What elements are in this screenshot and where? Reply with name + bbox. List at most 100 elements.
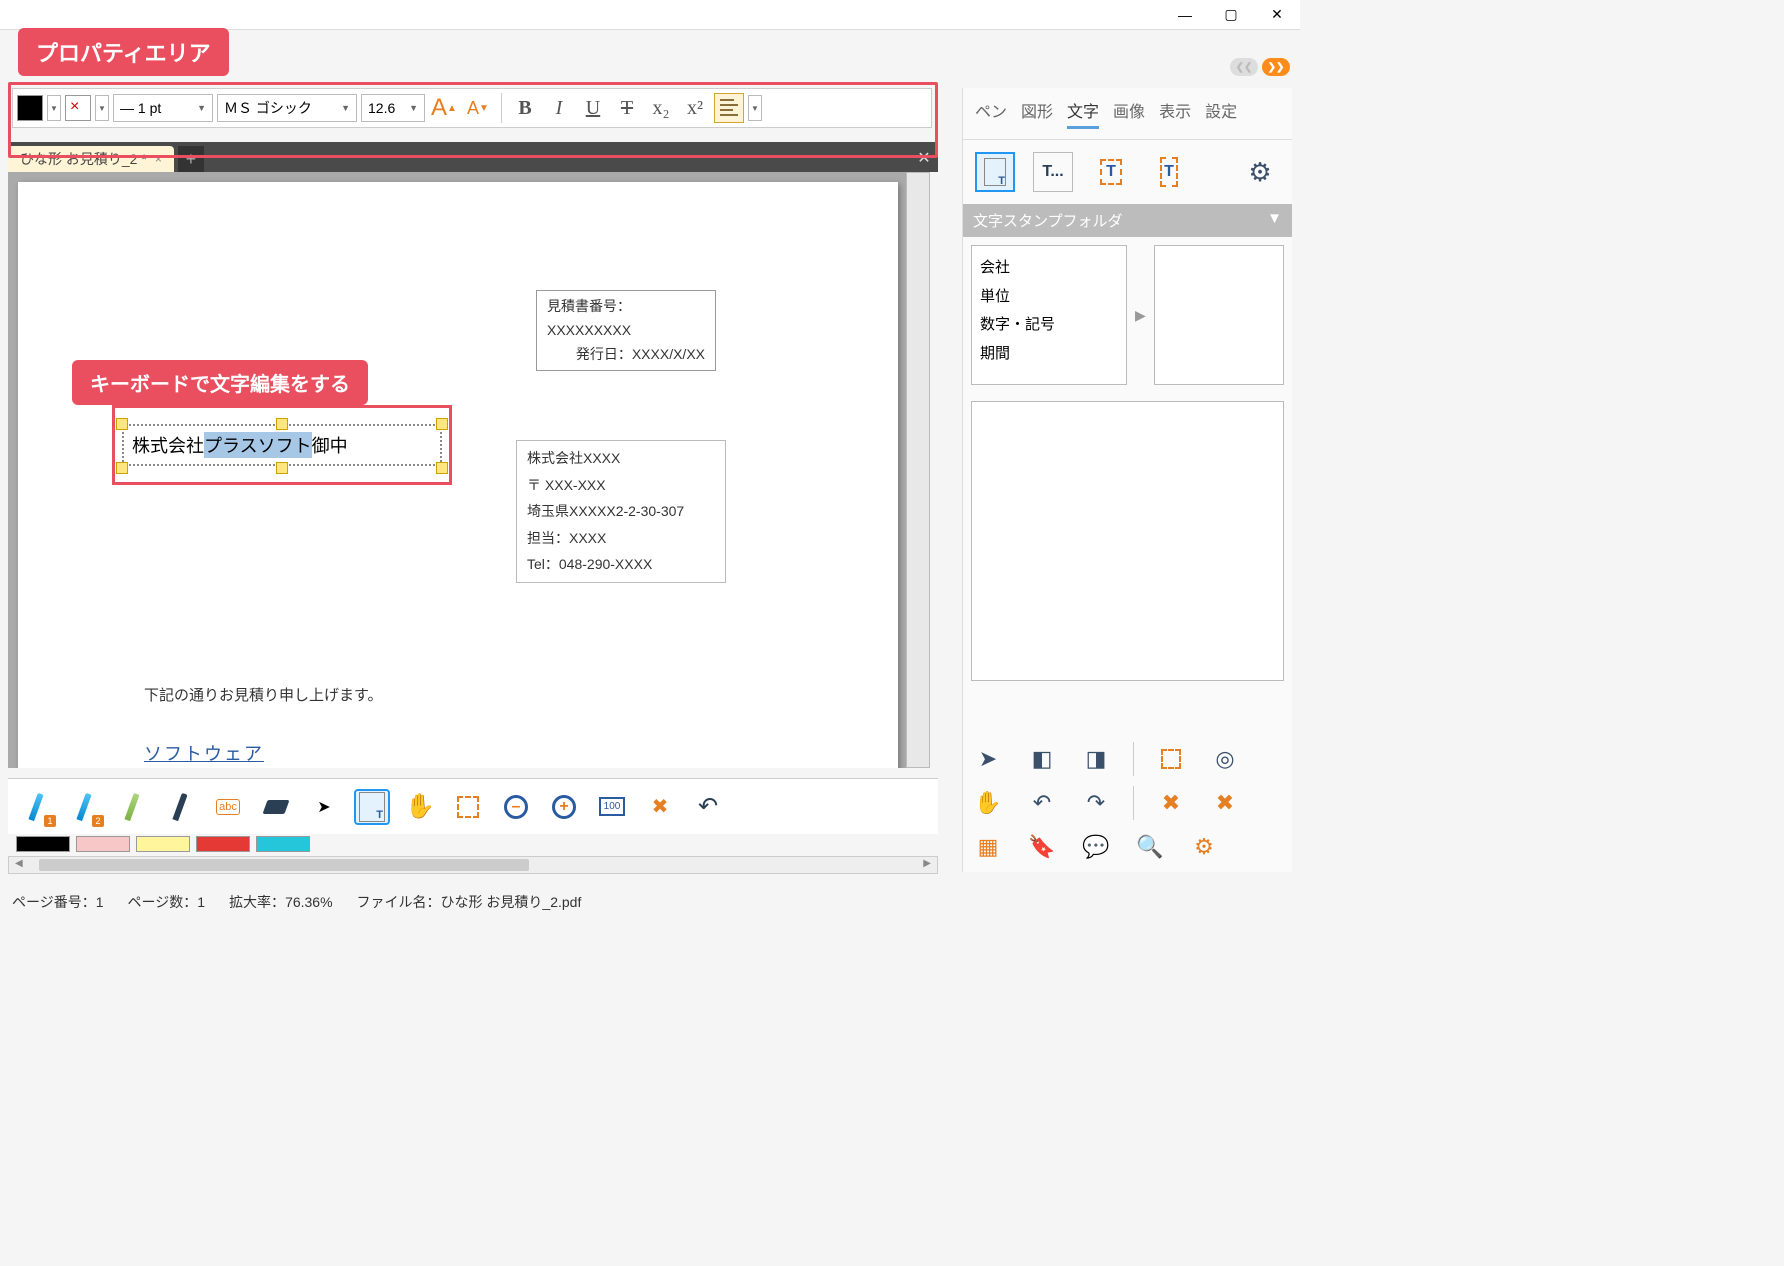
- resize-handle-sw[interactable]: [116, 462, 128, 474]
- text-mode-row: T T... T T ⚙: [963, 140, 1292, 204]
- color-swatch-yellow[interactable]: [136, 836, 190, 852]
- window-maximize-button[interactable]: ▢: [1208, 0, 1254, 30]
- gear-icon[interactable]: ⚙: [1187, 830, 1221, 864]
- color-swatch-cyan[interactable]: [256, 836, 310, 852]
- text-stamp-tool[interactable]: T: [354, 789, 390, 825]
- undo-tool[interactable]: ↶: [690, 789, 726, 825]
- color-swatch-red[interactable]: [196, 836, 250, 852]
- folder-list[interactable]: 会社 単位 数字・記号 期間: [971, 245, 1127, 385]
- text-color-dropdown[interactable]: ▼: [47, 95, 61, 121]
- resize-handle-se[interactable]: [436, 462, 448, 474]
- bookmark-icon[interactable]: 🔖: [1025, 830, 1059, 864]
- pen-tool-1[interactable]: 1: [18, 789, 54, 825]
- stroke-width-select[interactable]: — 1 pt▼: [113, 94, 213, 122]
- superscript-button[interactable]: x²: [680, 93, 710, 123]
- bold-button[interactable]: B: [510, 93, 540, 123]
- hand-icon[interactable]: ✋: [971, 786, 1005, 820]
- color-swatch-black[interactable]: [16, 836, 70, 852]
- quote-header-box: 見積書番号：XXXXXXXXX 発行日：XXXX/X/XX: [536, 290, 716, 371]
- resize-handle-nw[interactable]: [116, 418, 128, 430]
- pen-tool-2[interactable]: 2: [66, 789, 102, 825]
- vertical-ruler: [906, 172, 930, 768]
- select-area-tool[interactable]: [450, 789, 486, 825]
- text-abc-tool[interactable]: abc: [210, 789, 246, 825]
- select-region-icon[interactable]: [1154, 742, 1188, 776]
- canvas-area[interactable]: 見積書番号：XXXXXXXXX 発行日：XXXX/X/XX 株式会社XXXX 〒…: [8, 172, 914, 768]
- pointer-tool[interactable]: ➤: [306, 789, 342, 825]
- font-decrease-button[interactable]: A▼: [463, 93, 493, 123]
- text-mode-box[interactable]: T...: [1033, 152, 1073, 192]
- status-bar: ページ番号：1 ページ数：1 拡大率：76.36% ファイル名：ひな形 お見積り…: [8, 886, 1288, 918]
- tab-image[interactable]: 画像: [1113, 98, 1145, 129]
- underline-button[interactable]: U: [578, 93, 608, 123]
- scrollbar-thumb[interactable]: [39, 859, 529, 871]
- pointer-icon[interactable]: ➤: [971, 742, 1005, 776]
- zoom-in-tool[interactable]: +: [546, 789, 582, 825]
- text-settings-gear-icon[interactable]: ⚙: [1240, 152, 1280, 192]
- layer-back-icon[interactable]: ◧: [1025, 742, 1059, 776]
- delete-selection-icon[interactable]: ✖: [1208, 786, 1242, 820]
- stamp-list[interactable]: [1154, 245, 1284, 385]
- color-swatch-row: [16, 836, 310, 852]
- list-item[interactable]: 数字・記号: [980, 311, 1118, 340]
- resize-handle-ne[interactable]: [436, 418, 448, 430]
- undo-icon[interactable]: ↶: [1025, 786, 1059, 820]
- tab-settings[interactable]: 設定: [1205, 98, 1237, 129]
- grid-view-icon[interactable]: ▦: [971, 830, 1005, 864]
- hand-tool[interactable]: ✋: [402, 789, 438, 825]
- font-size-select[interactable]: 12.6▼: [361, 94, 425, 122]
- software-title: ソフトウェア: [144, 740, 264, 766]
- tab-pen[interactable]: ペン: [975, 98, 1007, 129]
- zoom-100-tool[interactable]: 100: [594, 789, 630, 825]
- tab-add-button[interactable]: +: [178, 146, 204, 172]
- list-item: 会社: [980, 254, 1118, 283]
- expand-arrow-icon[interactable]: ▶: [1135, 307, 1146, 324]
- brush-tool[interactable]: [162, 789, 198, 825]
- window-close-button[interactable]: ✕: [1254, 0, 1300, 30]
- search-icon[interactable]: 🔍: [1133, 830, 1167, 864]
- list-item[interactable]: 単位: [980, 283, 1118, 312]
- color-swatch-pink[interactable]: [76, 836, 130, 852]
- resize-handle-s[interactable]: [276, 462, 288, 474]
- eraser-tool[interactable]: [258, 789, 294, 825]
- font-family-select[interactable]: ＭＳ ゴシック▼: [217, 94, 357, 122]
- tab-view[interactable]: 表示: [1159, 98, 1191, 129]
- nav-forward-button[interactable]: ❯❯: [1262, 58, 1290, 76]
- text-color-swatch[interactable]: [17, 95, 43, 121]
- divider: [1133, 786, 1134, 820]
- document-tabbar: ひな形 お見積り_2 * × + ✕: [8, 142, 938, 172]
- resize-handle-n[interactable]: [276, 418, 288, 430]
- stamp-folder-header[interactable]: 文字スタンプフォルダ▼: [963, 204, 1292, 237]
- target-icon[interactable]: ◎: [1208, 742, 1242, 776]
- horizontal-scrollbar[interactable]: ◀ ▶: [8, 856, 938, 874]
- highlighter-tool[interactable]: [114, 789, 150, 825]
- fill-dropdown[interactable]: ▼: [95, 95, 109, 121]
- text-mode-page[interactable]: T: [975, 152, 1015, 192]
- text-edit-box[interactable]: 株式会社プラスソフト 御中: [122, 424, 442, 466]
- tabbar-close-button[interactable]: ✕: [910, 144, 938, 172]
- fill-none-swatch[interactable]: ×: [65, 95, 91, 121]
- text-mode-horizontal[interactable]: T: [1091, 152, 1131, 192]
- list-item[interactable]: 期間: [980, 340, 1118, 369]
- zoom-out-tool[interactable]: –: [498, 789, 534, 825]
- align-left-button[interactable]: [714, 93, 744, 123]
- nav-back-button[interactable]: ❮❮: [1230, 58, 1258, 76]
- redo-icon[interactable]: ↷: [1079, 786, 1113, 820]
- comment-icon[interactable]: 💬: [1079, 830, 1113, 864]
- subscript-button[interactable]: x₂: [646, 93, 676, 123]
- window-minimize-button[interactable]: —: [1162, 0, 1208, 30]
- tab-shape[interactable]: 図形: [1021, 98, 1053, 129]
- divider: [1133, 742, 1134, 776]
- align-dropdown[interactable]: ▼: [748, 95, 762, 121]
- italic-button[interactable]: I: [544, 93, 574, 123]
- clear-tool[interactable]: ✖: [642, 789, 678, 825]
- tab-text[interactable]: 文字: [1067, 98, 1099, 129]
- font-increase-button[interactable]: A▲: [429, 93, 459, 123]
- delete-pointer-icon[interactable]: ✖: [1154, 786, 1188, 820]
- text-mode-vertical[interactable]: T: [1149, 152, 1189, 192]
- layer-front-icon[interactable]: ◨: [1079, 742, 1113, 776]
- nav-arrows: ❮❮ ❯❯: [1230, 58, 1290, 76]
- tab-close-icon[interactable]: ×: [155, 152, 162, 166]
- strike-button[interactable]: T: [612, 93, 642, 123]
- document-tab[interactable]: ひな形 お見積り_2 * ×: [8, 146, 174, 172]
